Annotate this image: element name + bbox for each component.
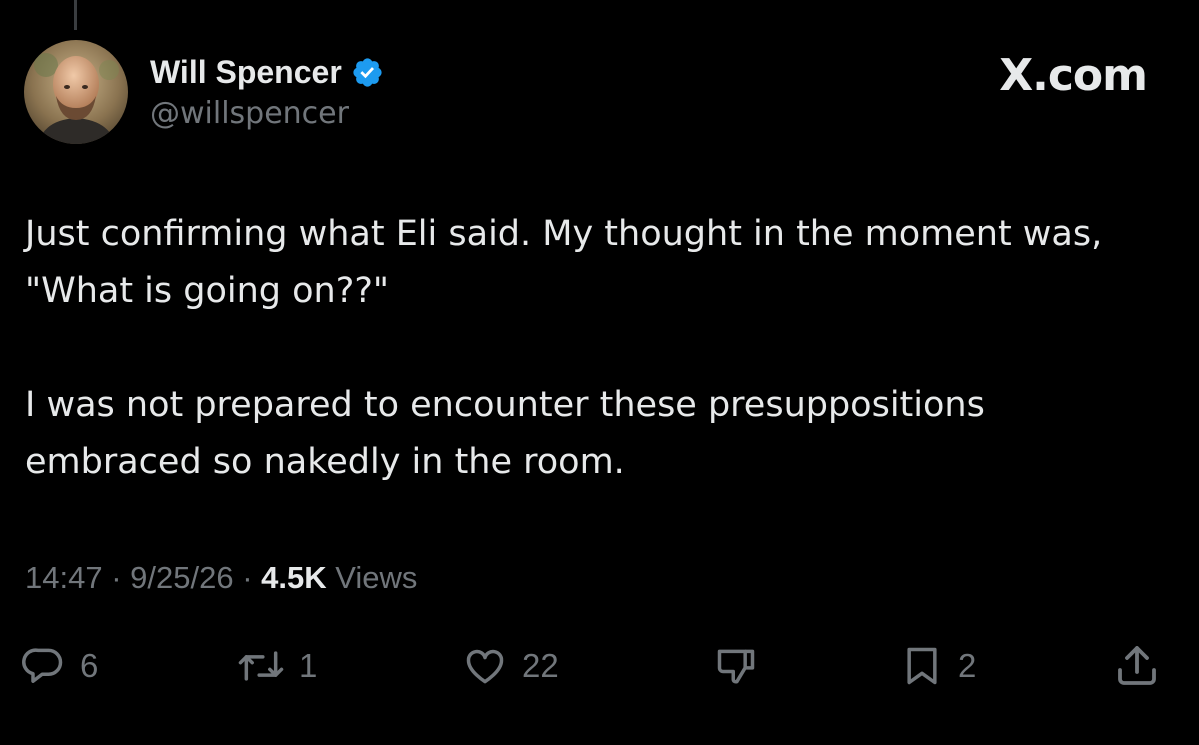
meta-separator: · <box>102 560 131 595</box>
dislike-icon <box>712 644 760 688</box>
heart-icon <box>462 644 508 688</box>
bookmark-button[interactable]: 2 <box>900 636 976 696</box>
post-meta: 14:47 · 9/25/26 · 4.5K Views <box>25 560 417 596</box>
display-name[interactable]: Will Spencer <box>150 54 342 91</box>
post-date[interactable]: 9/25/26 <box>130 560 233 595</box>
avatar[interactable] <box>24 40 128 144</box>
bookmark-icon <box>900 643 944 689</box>
thread-connector-line <box>74 0 77 30</box>
share-icon <box>1112 642 1162 690</box>
post-header: Will Spencer @willspencer X.com <box>24 40 1149 150</box>
retweet-count: 1 <box>299 647 318 684</box>
post-time[interactable]: 14:47 <box>25 560 103 595</box>
like-button[interactable]: 22 <box>462 636 559 696</box>
post-text-line: I was not prepared to encounter these pr… <box>25 385 985 425</box>
author-handle[interactable]: @willspencer <box>150 96 384 131</box>
post-text-line: Just confirming what Eli said. My though… <box>25 214 1103 254</box>
bookmark-count: 2 <box>958 647 977 684</box>
reply-icon <box>22 644 66 688</box>
post-body: Just confirming what Eli said. My though… <box>25 206 1165 491</box>
dislike-button[interactable] <box>712 636 760 696</box>
views-count: 4.5K <box>261 560 327 595</box>
action-bar: 6 1 22 2 <box>22 636 1170 696</box>
meta-separator: · <box>233 560 262 595</box>
views-label: Views <box>326 560 418 595</box>
reply-count: 6 <box>80 647 99 684</box>
post-text-line: "What is going on??" <box>25 271 389 311</box>
post-paragraph: Just confirming what Eli said. My though… <box>25 206 1165 320</box>
retweet-icon <box>237 644 285 688</box>
verified-badge-icon[interactable] <box>351 56 384 89</box>
share-button[interactable] <box>1112 636 1162 696</box>
display-name-row: Will Spencer <box>150 52 384 92</box>
like-count: 22 <box>522 647 559 684</box>
retweet-button[interactable]: 1 <box>237 636 317 696</box>
reply-button[interactable]: 6 <box>22 636 98 696</box>
author-names: Will Spencer @willspencer <box>150 52 384 131</box>
brand-watermark: X.com <box>999 50 1148 101</box>
post-paragraph: I was not prepared to encounter these pr… <box>25 377 1165 491</box>
post-text-line: embraced so nakedly in the room. <box>25 442 625 482</box>
